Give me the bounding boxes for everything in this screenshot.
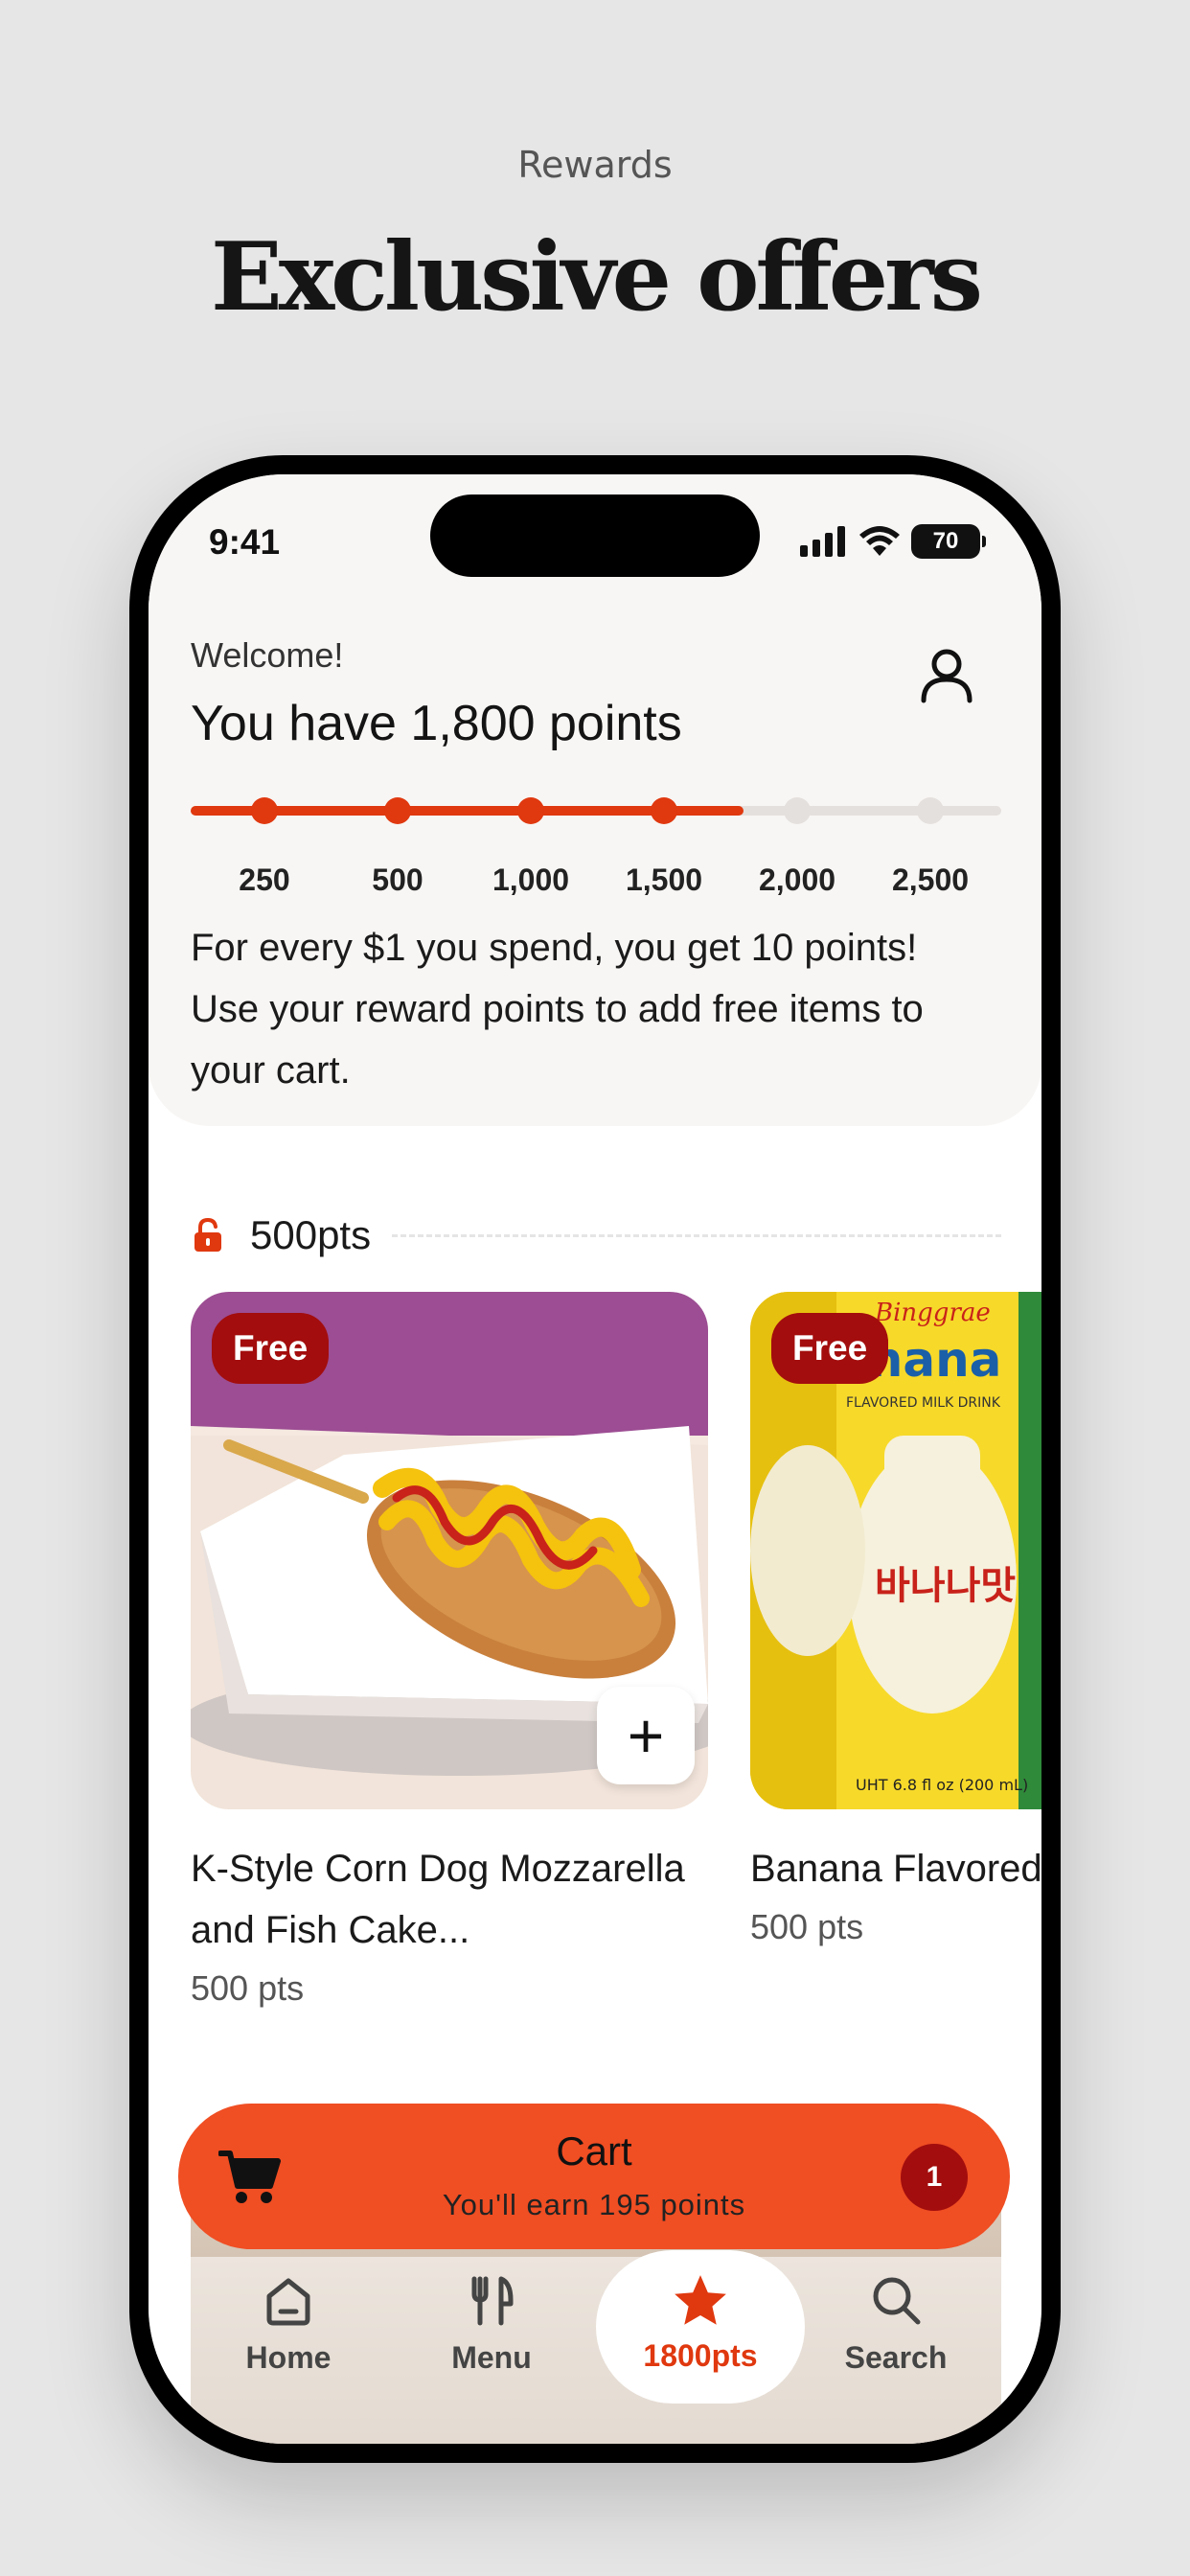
milestone-label: 500 [372,862,423,897]
corn-dog-image: Free + [191,1292,708,1809]
tab-search[interactable]: Search [800,2271,992,2376]
section-divider [392,1233,1001,1237]
milestone-dot [384,797,411,824]
status-icons: 70 [800,524,986,559]
milestone-dot [517,797,544,824]
free-badge: Free [771,1313,889,1384]
svg-text:UHT 6.8 fl oz (200 mL): UHT 6.8 fl oz (200 mL) [856,1776,1028,1794]
points-progress-bar [191,797,1001,824]
milestone-dot [251,797,278,824]
section-header: 500pts [191,1212,1001,1258]
search-icon [873,2277,921,2325]
tab-home[interactable]: Home [193,2271,384,2376]
svg-text:FLAVORED MILK DRINK: FLAVORED MILK DRINK [846,1395,1001,1411]
status-time: 9:41 [209,522,281,562]
item-name: K-Style Corn Dog Mozzarella and Fish Cak… [191,1848,685,1951]
tab-label: 1800pts [643,2338,758,2373]
add-to-cart-button[interactable]: + [597,1687,695,1784]
unlock-icon [195,1218,221,1252]
item-points: 500 pts [750,1907,864,1946]
reward-card[interactable]: Binggrae anana FLAVORED MILK DRINK 바나나맛 … [750,1292,1041,1947]
item-points: 500 pts [191,1968,305,2008]
tab-label: Menu [451,2340,532,2375]
tab-rewards[interactable]: 1800pts [596,2250,805,2404]
dynamic-island [430,494,760,577]
tab-label: Home [245,2340,332,2375]
signal-icon [800,526,845,557]
battery-indicator: 70 [911,524,986,559]
milestone-dot [917,797,944,824]
item-name: Banana Flavored [750,1848,1041,1890]
reward-card[interactable]: Free + K-Style Corn Dog Mozzarella and F… [191,1292,708,2009]
earn-info-text: For every $1 you spend, you get 10 point… [191,927,924,1092]
milestone-label: 1,000 [492,862,570,897]
person-icon[interactable] [917,645,976,704]
milestone-dot [651,797,677,824]
milestone-label: 2,500 [891,862,970,897]
page-subtitle: Rewards [517,144,673,186]
banana-milk-image: Binggrae anana FLAVORED MILK DRINK 바나나맛 … [750,1292,1041,1809]
milestone-dot [784,797,811,824]
cart-bar[interactable]: Cart You'll earn 195 points 1 [178,2104,1010,2249]
free-badge: Free [212,1313,330,1384]
cart-title: Cart [556,2128,632,2174]
milestone-label: 2,000 [758,862,836,897]
section-label: 500pts [250,1212,372,1257]
tab-label: Search [844,2340,948,2375]
welcome-text: Welcome! [191,635,344,675]
wifi-icon [859,526,900,556]
phone-frame: 9:41 70 Welcome! You have 1,800 points 2… [129,455,1061,2463]
tab-menu[interactable]: Menu [396,2271,587,2376]
star-icon [675,2275,726,2325]
milestone-label: 1,500 [625,862,703,897]
svg-text:Binggrae: Binggrae [874,1299,991,1327]
utensils-icon [471,2276,514,2326]
home-icon [266,2278,310,2326]
points-title: You have 1,800 points [191,696,682,751]
cart-count-badge: 1 [901,2144,968,2211]
milestone-label: 250 [239,862,290,897]
svg-text:바나나맛: 바나나맛 [875,1564,1016,1608]
page-title: Exclusive offers [211,222,983,333]
phone-screen: 9:41 70 Welcome! You have 1,800 points 2… [149,474,1041,2444]
cart-earn-text: You'll earn 195 points [442,2188,746,2221]
